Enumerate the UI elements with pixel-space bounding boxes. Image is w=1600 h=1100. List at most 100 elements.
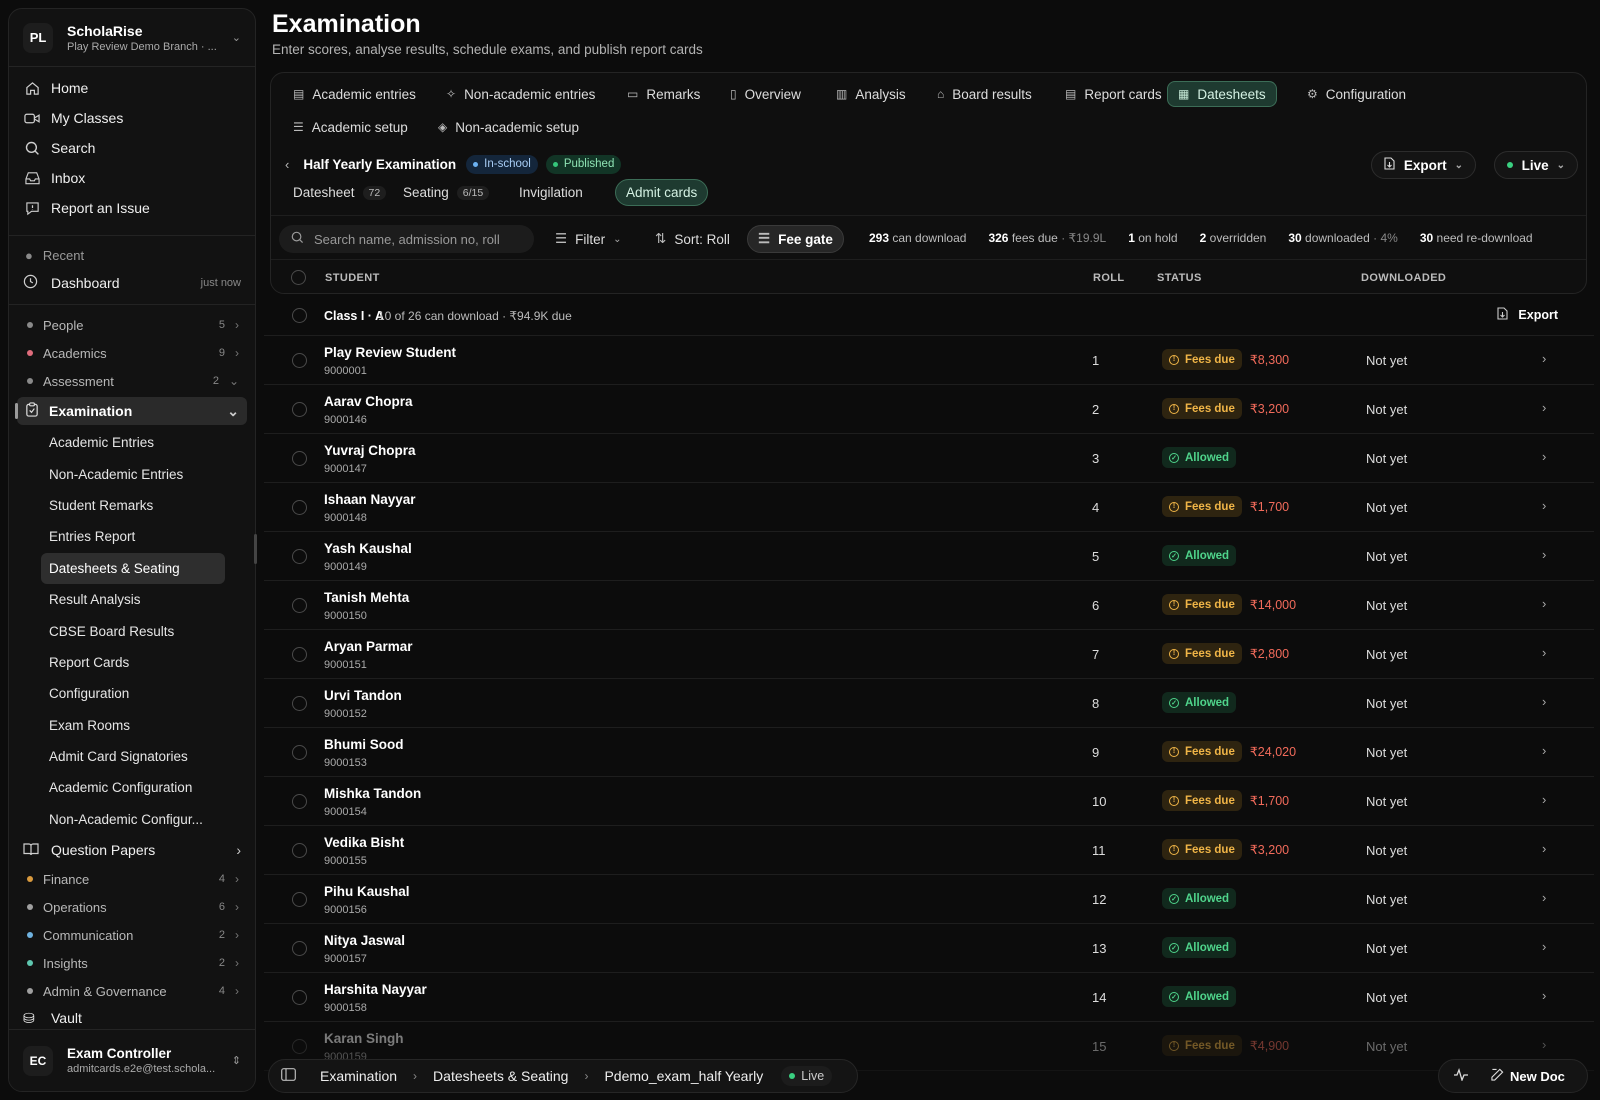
chevron-right-icon[interactable]: › <box>1542 498 1546 513</box>
sidebar-toggle-icon[interactable] <box>281 1068 296 1084</box>
sort-button[interactable]: ⇅ Sort: Roll <box>645 225 740 253</box>
export-button[interactable]: Export ⌄ <box>1370 151 1476 179</box>
breadcrumb-item[interactable]: Pdemo_exam_half Yearly <box>604 1068 763 1084</box>
chevron-right-icon[interactable]: › <box>1542 645 1546 660</box>
fee-gate-button[interactable]: ☰ Fee gate <box>747 225 844 253</box>
column-status[interactable]: STATUS <box>1157 272 1202 284</box>
subtab-datesheet[interactable]: Datesheet 72 <box>283 179 396 206</box>
row-checkbox[interactable] <box>292 794 307 809</box>
row-checkbox[interactable] <box>292 745 307 760</box>
table-row[interactable]: Aryan Parmar 9000151 7! Fees due ₹2,800 Not y… <box>264 630 1594 679</box>
subtab-invigilation[interactable]: Invigilation <box>509 179 593 206</box>
activity-icon[interactable] <box>1453 1068 1469 1084</box>
tab-configuration[interactable]: ⚙ Configuration <box>1297 81 1416 107</box>
chevron-right-icon[interactable]: › <box>1542 1037 1546 1052</box>
subtab-seating[interactable]: Seating 6/15 <box>393 179 499 206</box>
sidebar-section-communication[interactable]: Communication 2 › <box>9 921 255 949</box>
sidebar-subitem-non-academic-configur[interactable]: Non-Academic Configur... <box>41 804 225 835</box>
chevron-right-icon[interactable]: › <box>1542 400 1546 415</box>
sidebar-item-vault[interactable]: ⛁ Vault <box>9 1005 255 1031</box>
row-checkbox[interactable] <box>292 1039 307 1054</box>
sidebar-section-assessment[interactable]: Assessment 2 ⌄ <box>9 367 255 395</box>
chevron-right-icon[interactable]: › <box>1542 792 1546 807</box>
sidebar-subitem-non-academic-entries[interactable]: Non-Academic Entries <box>41 458 225 489</box>
sidebar-subitem-configuration[interactable]: Configuration <box>41 678 225 709</box>
table-row[interactable]: Ishaan Nayyar 9000148 4! Fees due ₹1,700 Not … <box>264 483 1594 532</box>
sidebar-item-report-an-issue[interactable]: Report an Issue <box>9 193 255 223</box>
sidebar-section-finance[interactable]: Finance 4 › <box>9 865 255 893</box>
search-input[interactable]: Search name, admission no, roll <box>279 225 534 253</box>
table-row[interactable]: Nitya Jaswal 9000157 13 ✓ Allowed Not yet › <box>264 924 1594 973</box>
tab-non-academic-setup[interactable]: ◈ Non-academic setup <box>428 114 589 140</box>
row-checkbox[interactable] <box>292 696 307 711</box>
user-menu[interactable]: EC Exam Controller admitcards.e2e@test.s… <box>9 1029 255 1091</box>
table-row[interactable]: Bhumi Sood 9000153 9! Fees due ₹24,020 Not ye… <box>264 728 1594 777</box>
table-row[interactable]: Harshita Nayyar 9000158 14 ✓ Allowed Not yet › <box>264 973 1594 1022</box>
row-checkbox[interactable] <box>292 451 307 466</box>
chevron-right-icon[interactable]: › <box>1542 841 1546 856</box>
table-row[interactable]: Vedika Bisht 9000155 11! Fees due ₹3,200 Not … <box>264 826 1594 875</box>
back-arrow-icon[interactable]: ‹ <box>285 157 289 172</box>
table-row[interactable]: Yuvraj Chopra 9000147 3 ✓ Allowed Not yet › <box>264 434 1594 483</box>
row-checkbox[interactable] <box>292 941 307 956</box>
tab-remarks[interactable]: ▭ Remarks <box>617 81 710 107</box>
sidebar-item-my-classes[interactable]: My Classes <box>9 103 255 133</box>
column-student[interactable]: STUDENT <box>325 272 380 284</box>
sidebar-item-question-papers[interactable]: Question Papers › <box>9 835 255 865</box>
group-checkbox[interactable] <box>292 308 307 323</box>
chevron-right-icon[interactable]: › <box>1542 449 1546 464</box>
sidebar-subitem-academic-entries[interactable]: Academic Entries <box>41 427 225 458</box>
breadcrumb-item[interactable]: Examination <box>320 1068 397 1084</box>
table-row[interactable]: Pihu Kaushal 9000156 12 ✓ Allowed Not yet › <box>264 875 1594 924</box>
chevron-right-icon[interactable]: › <box>1542 596 1546 611</box>
chevron-right-icon[interactable]: › <box>1542 890 1546 905</box>
row-checkbox[interactable] <box>292 892 307 907</box>
sidebar-section-insights[interactable]: Insights 2 › <box>9 949 255 977</box>
subtab-admit-cards[interactable]: Admit cards <box>615 179 709 206</box>
row-checkbox[interactable] <box>292 598 307 613</box>
sidebar-subitem-exam-rooms[interactable]: Exam Rooms <box>41 710 225 741</box>
table-row[interactable]: Aarav Chopra 9000146 2! Fees due ₹3,200 Not y… <box>264 385 1594 434</box>
filter-button[interactable]: ☰ Filter ⌄ <box>545 225 632 253</box>
sidebar-subitem-result-analysis[interactable]: Result Analysis <box>41 584 225 615</box>
sidebar-section-admin-governance[interactable]: Admin & Governance 4 › <box>9 977 255 1005</box>
tab-board-results[interactable]: ⌂ Board results <box>927 81 1042 107</box>
row-checkbox[interactable] <box>292 843 307 858</box>
chevron-right-icon[interactable]: › <box>1542 547 1546 562</box>
sidebar-subitem-student-remarks[interactable]: Student Remarks <box>41 490 225 521</box>
row-checkbox[interactable] <box>292 647 307 662</box>
tab-analysis[interactable]: ▥ Analysis <box>826 81 916 107</box>
column-downloaded[interactable]: DOWNLOADED <box>1361 272 1446 284</box>
sidebar-section-operations[interactable]: Operations 6 › <box>9 893 255 921</box>
sidebar-section-examination[interactable]: Examination ⌄ <box>15 397 247 425</box>
sidebar-subitem-entries-report[interactable]: Entries Report <box>41 521 225 552</box>
breadcrumb-item[interactable]: Datesheets & Seating <box>433 1068 568 1084</box>
sidebar-item-search[interactable]: Search <box>9 133 255 163</box>
sidebar-section-academics[interactable]: Academics 9 › <box>9 339 255 367</box>
chevron-right-icon[interactable]: › <box>1542 988 1546 1003</box>
chevron-right-icon[interactable]: › <box>1542 351 1546 366</box>
row-checkbox[interactable] <box>292 353 307 368</box>
sidebar-subitem-academic-configuration[interactable]: Academic Configuration <box>41 772 225 803</box>
tab-academic-entries[interactable]: ▤ Academic entries <box>283 81 426 107</box>
chevron-right-icon[interactable]: › <box>1542 694 1546 709</box>
tab-non-academic-entries[interactable]: ✧ Non-academic entries <box>436 81 605 107</box>
table-row[interactable]: Play Review Student 9000001 1! Fees due ₹8,3… <box>264 336 1594 385</box>
sidebar-subitem-cbse-board-results[interactable]: CBSE Board Results <box>41 615 225 646</box>
row-checkbox[interactable] <box>292 990 307 1005</box>
tab-academic-setup[interactable]: ☰ Academic setup <box>283 114 418 140</box>
tab-overview[interactable]: ▯ Overview <box>720 81 811 107</box>
tab-datesheets[interactable]: ▦ Datesheets <box>1167 81 1277 107</box>
chevron-right-icon[interactable]: › <box>1542 939 1546 954</box>
sidebar-subitem-admit-card-signatories[interactable]: Admit Card Signatories <box>41 741 225 772</box>
group-export-button[interactable]: Export <box>1497 307 1558 323</box>
table-row[interactable]: Mishka Tandon 9000154 10! Fees due ₹1,700 Not… <box>264 777 1594 826</box>
select-all-checkbox[interactable] <box>291 270 306 285</box>
sidebar-section-people[interactable]: People 5 › <box>9 311 255 339</box>
table-row[interactable]: Yash Kaushal 9000149 5 ✓ Allowed Not yet › <box>264 532 1594 581</box>
chevron-right-icon[interactable]: › <box>1542 743 1546 758</box>
recent-item-dashboard[interactable]: Dashboard just now <box>9 268 255 298</box>
live-dropdown[interactable]: Live ⌄ <box>1493 151 1578 179</box>
column-roll[interactable]: ROLL <box>1093 272 1125 284</box>
new-doc-button[interactable]: New Doc <box>1510 1069 1565 1084</box>
